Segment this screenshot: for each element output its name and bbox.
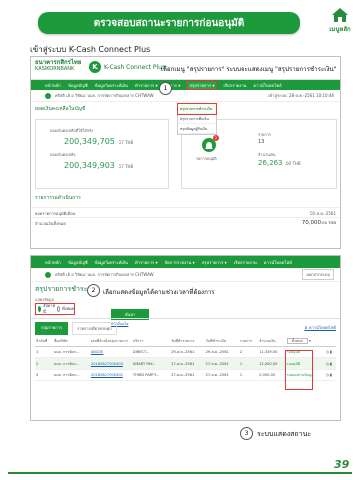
- ref-link[interactable]: ABCDE: [89, 346, 132, 359]
- payment-summary-screenshot: หน้าหลัก ข้อมูลบัญชี ข้อมูลวิเคราะห์เงิน…: [30, 255, 341, 421]
- app-header: ธนาคารกสิกรไทย KASIKORNBANK K K-Cash Conn…: [31, 57, 340, 80]
- login-time: เข้าสู่ระบบ: 28-ส.ค.-2561 10:10:46: [268, 93, 334, 98]
- main-nav: หน้าหลัก ข้อมูลบัญชี ข้อมูลวิเคราะห์เงิน…: [31, 80, 340, 90]
- bell-icon: 2: [202, 135, 219, 152]
- user-company-2: คริสติ เฮ้ อ วิชัยม: บมจ. การจัดการกิจเอ…: [55, 272, 154, 277]
- user-icon: [45, 92, 51, 99]
- clock-icon: ◷: [325, 372, 329, 377]
- ref-link[interactable]: 20180827000402: [89, 369, 132, 382]
- col-count: รายการ: [238, 336, 259, 347]
- menu-payment-summary[interactable]: สรุปรายการชำระเงิน: [177, 103, 217, 115]
- menu-payee-summary[interactable]: สรุปข้อมูลผู้รับเงิน: [178, 124, 216, 134]
- clock-icon: ◷: [325, 361, 329, 366]
- notification-count: 2: [213, 135, 219, 141]
- radio-week[interactable]: [38, 306, 42, 312]
- main-nav-2: หน้าหลัก ข้อมูลบัญชี ข้อมูลวิเคราะห์เงิน…: [31, 256, 340, 268]
- bank-logo: ธนาคารกสิกรไทย KASIKORNBANK: [35, 59, 82, 73]
- nav-reports[interactable]: เรียกรายงาน: [223, 82, 246, 89]
- balance-card: ยอดเงินคงเหลือที่ใช้ได้จริง 200,349,705 …: [35, 119, 169, 189]
- nav-summary[interactable]: สรุปรายการ ▾: [186, 80, 218, 90]
- result-tabs: กลุ่มรายการ รายการเดียวครบทุก: [35, 322, 117, 335]
- col-status[interactable]: ทั้งหมด ▾: [285, 336, 325, 347]
- file-icon: ▮: [330, 361, 332, 366]
- nav2-analysis[interactable]: ข้อมูลวิเคราะห์เงิน: [95, 259, 128, 266]
- logout-button[interactable]: ออกจากระบบ: [302, 269, 334, 280]
- k-logo-icon: K: [89, 61, 101, 73]
- items-label: รายการ: [258, 132, 271, 137]
- tx-section-title: รายการรอดำเนินการ: [35, 195, 81, 201]
- col-paid: วันที่ชำระเงิน: [204, 336, 239, 347]
- nav2-reports[interactable]: เรียกรายงาน: [234, 259, 257, 266]
- tx-row-2: จำนวนเงินทั้งหมด 70,000.00 THB: [31, 217, 340, 229]
- table-header: ลำดับที่ ชื่อบริษัท เลขที่อ้างอิงกลุ่มรา…: [35, 336, 336, 347]
- nav-transactions[interactable]: ทำรายการ ▾: [135, 82, 158, 89]
- summary-title: สรุปรายการชำระ: [35, 285, 88, 293]
- row-actions[interactable]: ◷ ▮: [324, 357, 336, 370]
- clear-filter-link[interactable]: ล้างเงื่อนไข: [111, 321, 149, 327]
- nav2-summary[interactable]: สรุปรายการ ▾: [202, 259, 227, 266]
- status-highlight: [285, 350, 313, 390]
- nav-download[interactable]: ดาวน์โหลดไฟล์: [253, 82, 281, 89]
- callout-step1: เลือกเมนู "สรุปรายการ" ระบบจะแสดงเมนู "ส…: [161, 66, 337, 73]
- radio-all[interactable]: [57, 306, 61, 312]
- nav-analysis[interactable]: ข้อมูลวิเคราะห์เงิน: [95, 82, 128, 89]
- brand: K K-Cash Connect Plus: [89, 61, 165, 73]
- home-icon: [332, 8, 348, 22]
- col-amount: จำนวนเงิน: [258, 336, 286, 347]
- items-value: 13: [258, 139, 265, 145]
- amount-label: จำนวนเงิน: [258, 152, 276, 157]
- nav2-account[interactable]: ข้อมูลบัญชี: [68, 259, 88, 266]
- clock-icon: ◷: [325, 350, 329, 355]
- balance-2: 200,349,903 .17 THB: [64, 161, 134, 170]
- ref-link[interactable]: 20180827000403: [89, 357, 132, 370]
- step-3-badge: 3: [240, 427, 253, 440]
- col-actions: [324, 336, 336, 347]
- nav-account[interactable]: ข้อมูลบัญชี: [68, 82, 88, 89]
- col-service: บริการ: [131, 336, 171, 347]
- login-subtitle: เข้าสู่ระบบ K-Cash Connect Plus: [30, 45, 151, 54]
- dashboard-screenshot: ธนาคารกสิกรไทย KASIKORNBANK K K-Cash Conn…: [30, 56, 341, 249]
- user-breadcrumb-2: คริสติ เฮ้ อ วิชัยม: บมจ. การจัดการกิจเอ…: [31, 268, 340, 282]
- menu-refund-summary[interactable]: สรุปรายการคืนเงิน: [178, 114, 216, 124]
- col-company: ชื่อบริษัท: [52, 336, 90, 347]
- row-actions[interactable]: ◷ ▮: [324, 369, 336, 382]
- brand-name: K-Cash Connect Plus: [104, 63, 166, 71]
- download-link[interactable]: ⬇ ดาวน์โหลดไฟล์: [304, 324, 336, 331]
- col-no: ลำดับที่: [35, 336, 53, 347]
- page-title: ตรวจสอบสถานะรายการก่อนอนุมัติ: [93, 17, 245, 29]
- balance-1: 200,349,705 .17 THB: [64, 137, 134, 146]
- home-label: เมนูหลัก: [329, 26, 351, 33]
- step-1-badge: 1: [159, 82, 172, 95]
- callout-step3: ระบบแสดงสถานะ: [257, 430, 312, 438]
- callout-step2: เลือกแสดงข้อมูลได้ตามช่วงเวลาที่ต้องการ: [103, 289, 215, 296]
- col-created: วันที่ทำรายการ: [170, 336, 205, 347]
- search-area: ค้นหา ล้างเงื่อนไข: [111, 301, 150, 327]
- user-breadcrumb: คริสติ เฮ้ อ วิชัยม: บมจ. การจัดการกิจเอ…: [31, 90, 340, 102]
- tab-group[interactable]: กลุ่มรายการ: [35, 322, 69, 335]
- period-filter: สัปดาห์นี้ ทั้งหมด: [35, 303, 75, 315]
- page-number: 39: [334, 458, 350, 471]
- nav2-transactions[interactable]: ทำรายการ ▾: [135, 259, 158, 266]
- footer-line: [8, 472, 352, 474]
- user-icon-2: [45, 271, 51, 278]
- step-2-badge: 2: [87, 284, 100, 297]
- user-company: คริสติ เฮ้ อ วิชัยม: บมจ. การจัดการกิจเอ…: [55, 93, 154, 98]
- summary-dropdown: สรุปรายการชำระเงิน สรุปรายการคืนเงิน สรุ…: [177, 103, 217, 135]
- nav2-manage[interactable]: จัดการรายงาน ▾: [165, 259, 195, 266]
- balance-label-1: ยอดเงินคงเหลือที่ใช้ได้จริง: [50, 128, 93, 133]
- balance-label-2: ยอดเงินคงเหลือ: [50, 152, 76, 157]
- pending-caption: รอการอนุมัติ: [196, 156, 217, 161]
- nav2-download[interactable]: ดาวน์โหลดไฟล์: [264, 259, 292, 266]
- amount-value: 26,263 .00 THB: [258, 159, 301, 167]
- nav2-home[interactable]: หน้าหลัก: [45, 259, 61, 266]
- nav-home[interactable]: หน้าหลัก: [45, 82, 61, 89]
- home-button[interactable]: เมนูหลัก: [328, 7, 352, 37]
- row-actions[interactable]: ◷ ▮: [324, 346, 336, 359]
- download-icon: ⬇: [304, 325, 308, 330]
- col-ref: เลขที่อ้างอิงกลุ่มรายการ: [89, 336, 132, 347]
- page-title-banner: ตรวจสอบสถานะรายการก่อนอนุมัติ: [38, 12, 300, 34]
- tab-single[interactable]: รายการเดียวครบทุก: [72, 322, 117, 335]
- file-icon: ▮: [330, 350, 332, 355]
- file-icon: ▮: [330, 372, 332, 377]
